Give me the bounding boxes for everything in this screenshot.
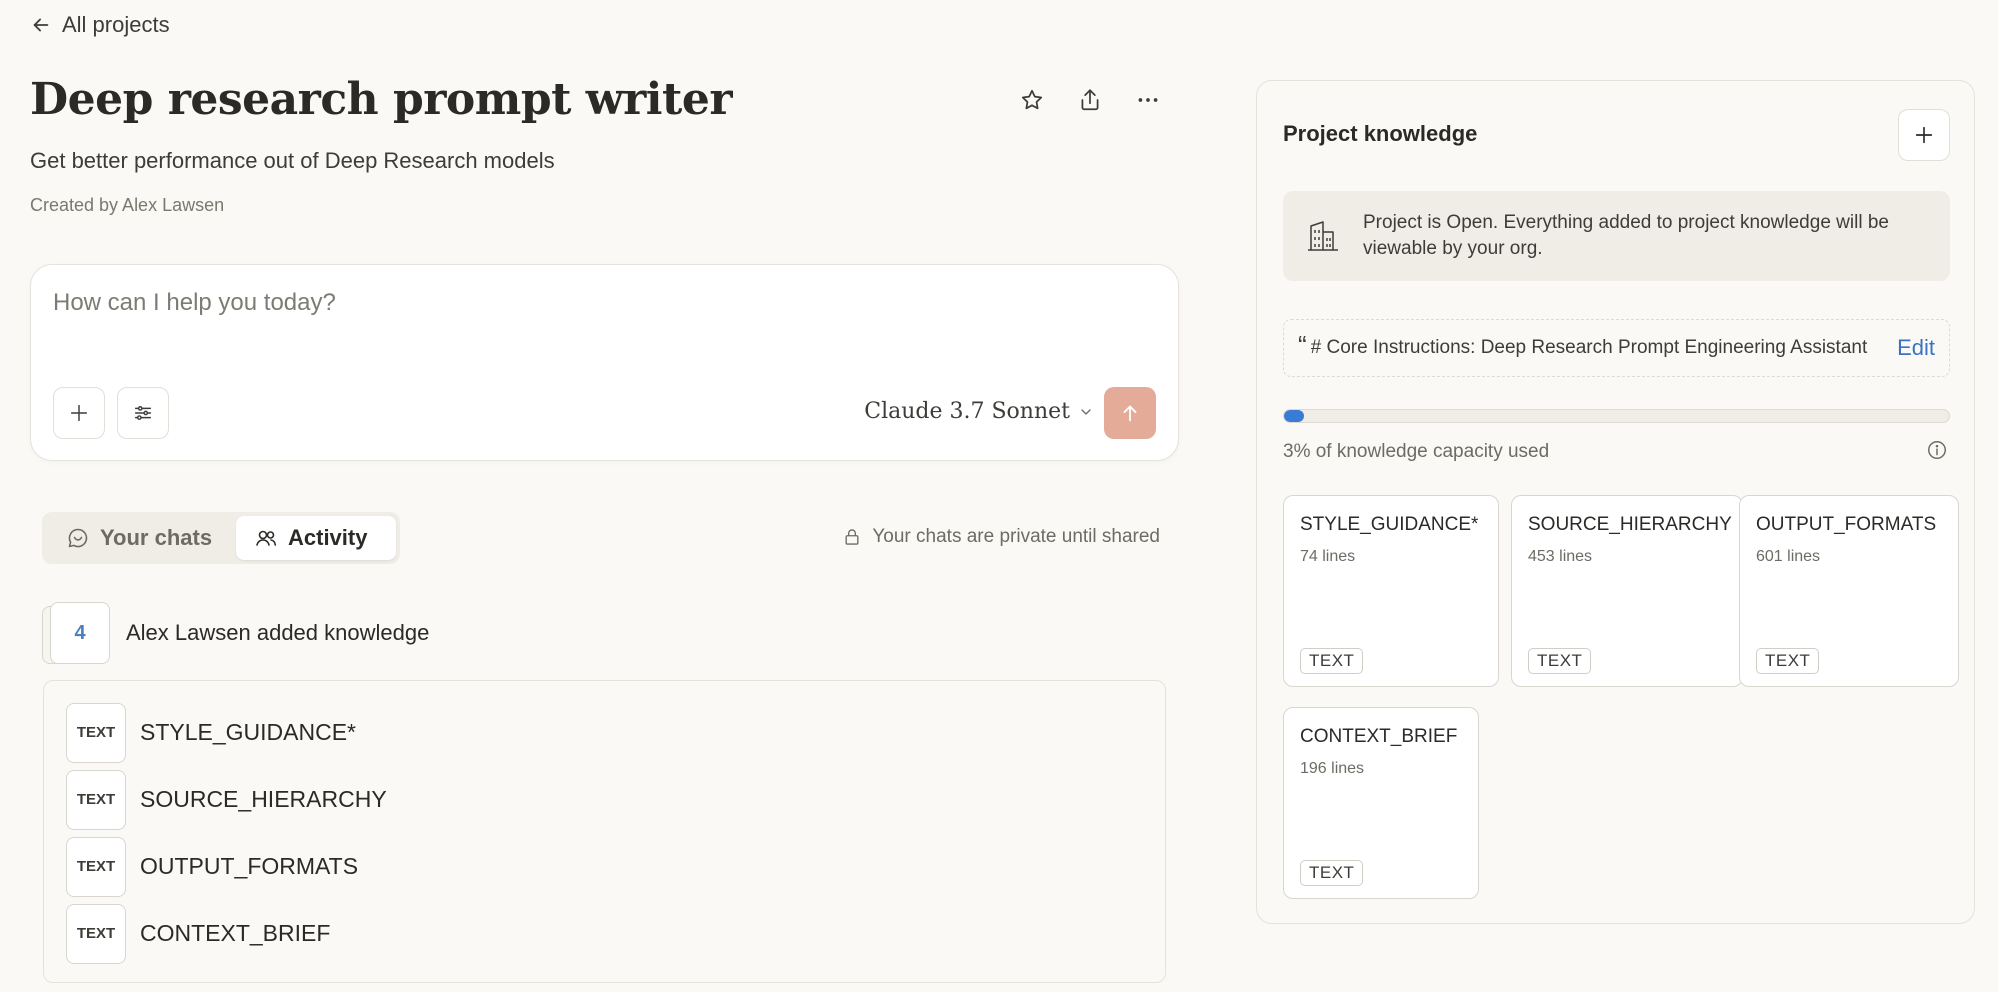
knowledge-file-type: TEXT	[1300, 648, 1364, 674]
activity-header: 4 Alex Lawsen added knowledge	[42, 602, 429, 664]
all-projects-label: All projects	[62, 12, 170, 37]
chat-bubble-icon	[68, 528, 88, 548]
tab-your-chats-label: Your chats	[100, 525, 213, 550]
file-name: STYLE_GUIDANCE*	[140, 719, 357, 745]
file-type-badge: TEXT	[66, 836, 126, 897]
knowledge-count-stack: 4	[42, 602, 110, 664]
more-options-button[interactable]	[1134, 86, 1162, 114]
knowledge-file-name: SOURCE_HIERARCHY	[1528, 514, 1732, 535]
knowledge-file-name: OUTPUT_FORMATS	[1756, 514, 1937, 535]
capacity-bar-fill	[1284, 410, 1304, 422]
chat-tabs: Your chats Activity	[42, 512, 400, 564]
knowledge-file-lines: 453 lines	[1528, 548, 1593, 565]
list-item[interactable]: TEXT CONTEXT_BRIEF	[66, 900, 1143, 967]
project-title: Deep research prompt writer	[30, 74, 733, 125]
knowledge-file-type: TEXT	[1756, 648, 1820, 674]
plus-icon	[1915, 126, 1933, 144]
tab-activity-label: Activity	[288, 525, 368, 550]
project-instructions[interactable]: “ # Core Instructions: Deep Research Pro…	[1283, 319, 1950, 377]
knowledge-file-lines: 601 lines	[1756, 548, 1821, 565]
knowledge-panel-title: Project knowledge	[1283, 121, 1478, 146]
file-name: CONTEXT_BRIEF	[140, 920, 331, 946]
project-creator: Created by Alex Lawsen	[30, 195, 225, 215]
share-icon	[1081, 89, 1099, 111]
knowledge-file-lines: 74 lines	[1300, 548, 1356, 565]
chevron-down-icon	[1081, 408, 1091, 415]
lock-icon	[845, 529, 859, 545]
open-project-notice-text: Project is Open. Everything added to pro…	[1363, 212, 1889, 259]
model-label: Claude 3.7 Sonnet	[864, 399, 1070, 424]
share-button[interactable]	[1076, 86, 1104, 114]
open-project-notice: Project is Open. Everything added to pro…	[1283, 191, 1950, 281]
arrow-left-icon	[33, 18, 49, 32]
info-icon[interactable]	[1926, 439, 1948, 461]
list-item[interactable]: TEXT SOURCE_HIERARCHY	[66, 766, 1143, 833]
plus-icon	[70, 404, 88, 422]
ellipsis-icon	[1138, 98, 1158, 102]
file-type-badge: TEXT	[66, 769, 126, 830]
file-name: SOURCE_HIERARCHY	[140, 786, 387, 812]
chat-composer: Claude 3.7 Sonnet	[30, 264, 1179, 461]
send-button[interactable]	[1104, 387, 1156, 439]
file-type-badge: TEXT	[66, 903, 126, 964]
sliders-icon	[134, 406, 152, 420]
edit-instructions-link[interactable]: Edit	[1897, 335, 1935, 361]
quote-icon: “	[1298, 329, 1307, 360]
knowledge-file-lines: 196 lines	[1300, 760, 1365, 777]
arrow-up-icon	[1123, 405, 1137, 422]
star-icon	[1021, 89, 1043, 110]
list-item[interactable]: TEXT STYLE_GUIDANCE*	[66, 699, 1143, 766]
list-item[interactable]: TEXT OUTPUT_FORMATS	[66, 833, 1143, 900]
capacity-bar	[1283, 409, 1950, 423]
users-icon	[256, 530, 277, 546]
add-knowledge-button[interactable]	[1898, 109, 1950, 161]
project-actions	[1018, 86, 1162, 114]
knowledge-file-card[interactable]: CONTEXT_BRIEF 196 lines TEXT	[1283, 707, 1479, 899]
knowledge-file-type: TEXT	[1528, 648, 1592, 674]
knowledge-count: 4	[50, 602, 110, 664]
file-type-badge: TEXT	[66, 702, 126, 763]
activity-file-list: TEXT STYLE_GUIDANCE* TEXT SOURCE_HIERARC…	[43, 680, 1166, 983]
attach-button[interactable]	[53, 387, 105, 439]
tab-your-chats[interactable]: Your chats	[46, 516, 236, 560]
star-button[interactable]	[1018, 86, 1046, 114]
chat-input[interactable]	[53, 289, 1053, 317]
tools-button[interactable]	[117, 387, 169, 439]
knowledge-file-type: TEXT	[1300, 860, 1364, 886]
instructions-preview: # Core Instructions: Deep Research Promp…	[1310, 337, 1868, 358]
knowledge-file-card[interactable]: OUTPUT_FORMATS 601 lines TEXT	[1739, 495, 1959, 687]
project-knowledge-panel: Project knowledge Project is Open. Every…	[1256, 80, 1975, 924]
model-selector[interactable]: Claude 3.7 Sonnet	[864, 399, 1094, 424]
capacity-text: 3% of knowledge capacity used	[1283, 441, 1550, 462]
privacy-note: Your chats are private until shared	[842, 526, 1160, 548]
file-name: OUTPUT_FORMATS	[140, 853, 359, 879]
activity-summary: Alex Lawsen added knowledge	[126, 620, 430, 645]
privacy-note-text: Your chats are private until shared	[872, 526, 1160, 547]
knowledge-file-name: STYLE_GUIDANCE*	[1300, 514, 1479, 535]
all-projects-link[interactable]: All projects	[30, 12, 170, 38]
knowledge-file-name: CONTEXT_BRIEF	[1300, 726, 1458, 747]
project-description: Get better performance out of Deep Resea…	[30, 148, 555, 173]
tab-activity[interactable]: Activity	[236, 516, 396, 560]
building-icon	[1308, 221, 1338, 251]
knowledge-file-card[interactable]: SOURCE_HIERARCHY 453 lines TEXT	[1511, 495, 1743, 687]
knowledge-file-card[interactable]: STYLE_GUIDANCE* 74 lines TEXT	[1283, 495, 1499, 687]
